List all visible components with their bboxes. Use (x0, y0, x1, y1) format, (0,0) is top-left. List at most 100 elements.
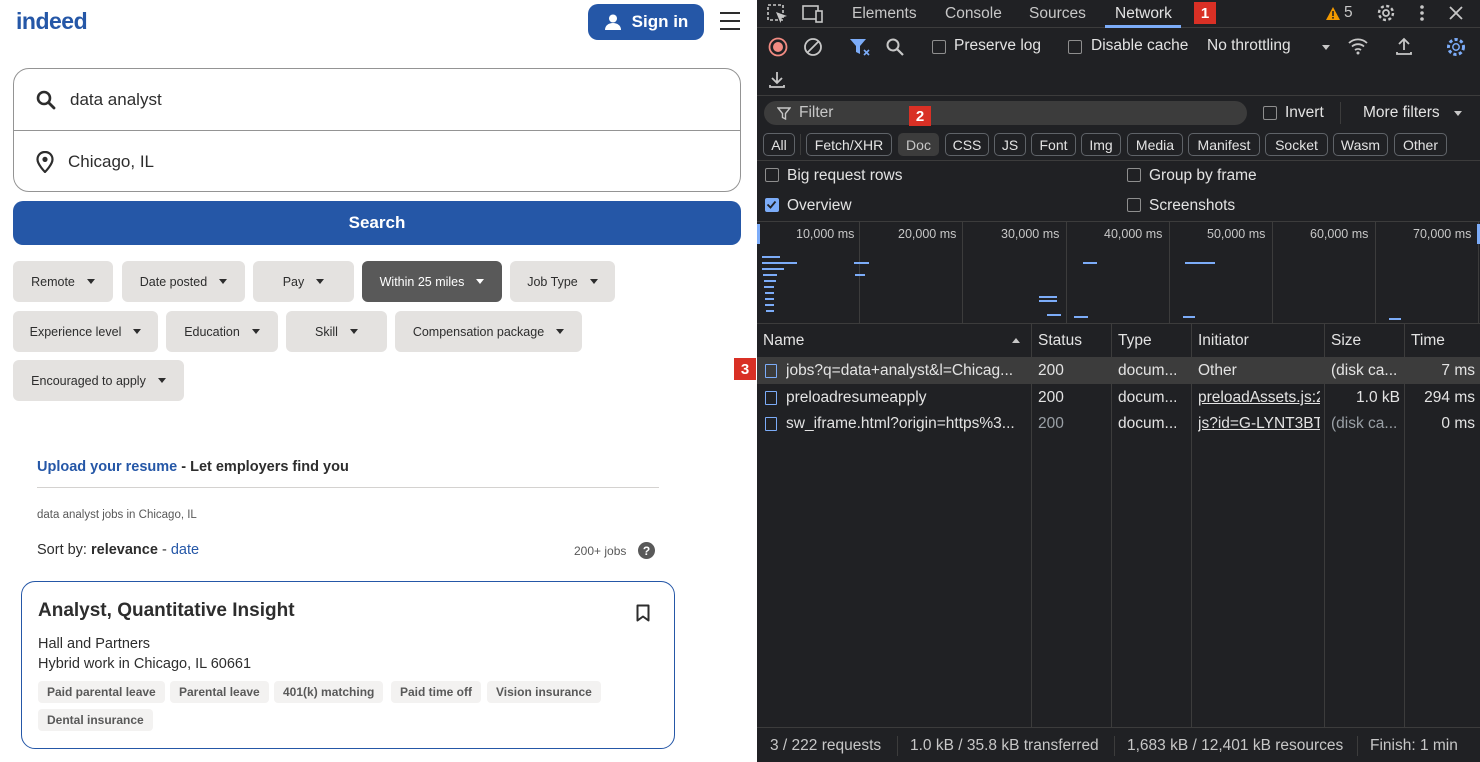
what-field[interactable]: data analyst (14, 69, 740, 131)
network-conditions-icon[interactable] (1347, 36, 1369, 56)
tab-console[interactable]: Console (945, 5, 1002, 23)
settings-gear-icon[interactable] (1376, 3, 1396, 23)
sort-date-link[interactable]: date (171, 542, 199, 558)
filter-experience-level[interactable]: Experience level (13, 311, 158, 352)
search-button[interactable]: Search (13, 201, 741, 245)
screenshots-label: Screenshots (1149, 197, 1236, 214)
throttling-select[interactable]: No throttling (1207, 37, 1291, 55)
what-input-value[interactable]: data analyst (70, 90, 162, 110)
tab-sources[interactable]: Sources (1029, 5, 1086, 23)
timeline-bar (766, 310, 774, 312)
filter-job-type[interactable]: Job Type (510, 261, 615, 302)
invert-checkbox[interactable] (1263, 106, 1277, 120)
annotation-badge-3: 3 (734, 358, 756, 380)
request-name[interactable]: jobs?q=data+analyst&l=Chicag... (786, 362, 1026, 380)
column-header-size[interactable]: Size (1331, 332, 1361, 350)
type-other[interactable]: Other (1394, 133, 1447, 156)
request-type: docum... (1118, 362, 1178, 379)
help-icon[interactable]: ? (638, 542, 655, 559)
filter-encouraged-to-apply[interactable]: Encouraged to apply (13, 360, 184, 401)
filter-pay[interactable]: Pay (253, 261, 354, 302)
column-header-name[interactable]: Name (763, 332, 804, 350)
chevron-down-icon (316, 279, 325, 284)
request-time: 0 ms (1441, 415, 1475, 432)
filter-funnel-icon[interactable] (849, 37, 871, 57)
record-stop-icon[interactable] (768, 37, 788, 57)
filter-education[interactable]: Education (166, 311, 278, 352)
type-css[interactable]: CSS (945, 133, 989, 156)
divider (757, 160, 1480, 161)
big-request-rows-checkbox[interactable] (765, 168, 779, 182)
type-manifest[interactable]: Manifest (1188, 133, 1260, 156)
request-row[interactable]: jobs?q=data+analyst&l=Chicag... 200 docu… (757, 358, 1480, 384)
search-icon[interactable] (885, 37, 905, 57)
column-header-status[interactable]: Status (1038, 332, 1082, 350)
type-all[interactable]: All (763, 133, 795, 156)
type-doc[interactable]: Doc (898, 133, 939, 156)
job-title[interactable]: Analyst, Quantitative Insight (38, 600, 295, 622)
request-initiator-link[interactable]: js?id=G-LYNT3BT (1198, 415, 1320, 433)
disable-cache-checkbox[interactable] (1068, 40, 1082, 54)
timeline-handle-left[interactable] (757, 224, 760, 244)
annotation-badge-2: 2 (909, 106, 931, 126)
more-filters-button[interactable]: More filters (1363, 104, 1440, 122)
request-name[interactable]: preloadresumeapply (786, 389, 1026, 407)
type-js[interactable]: JS (994, 133, 1026, 156)
request-row[interactable]: preloadresumeapply 200 docum... preloadA… (757, 385, 1480, 411)
filter-input[interactable]: Filter (764, 101, 1247, 125)
document-icon (765, 391, 777, 405)
filter-remote[interactable]: Remote (13, 261, 113, 302)
grid-line (1169, 222, 1170, 323)
where-input-value[interactable]: Chicago, IL (68, 152, 154, 172)
filter-skill[interactable]: Skill (286, 311, 387, 352)
indeed-logo[interactable]: indeed (16, 8, 88, 35)
type-font[interactable]: Font (1031, 133, 1076, 156)
timeline-bar (1183, 316, 1195, 318)
filter-distance[interactable]: Within 25 miles (362, 261, 502, 302)
more-options-icon[interactable] (1417, 4, 1427, 22)
import-har-icon[interactable] (1394, 36, 1414, 56)
request-name[interactable]: sw_iframe.html?origin=https%3... (786, 415, 1026, 433)
close-icon[interactable] (1449, 6, 1463, 20)
type-media[interactable]: Media (1127, 133, 1183, 156)
overview-checkbox[interactable] (765, 198, 779, 212)
type-img[interactable]: Img (1081, 133, 1121, 156)
clear-icon[interactable] (803, 37, 823, 57)
network-settings-gear-icon[interactable] (1445, 36, 1467, 58)
upload-resume-link[interactable]: Upload your resume (37, 459, 177, 475)
group-by-frame-checkbox[interactable] (1127, 168, 1141, 182)
chevron-down-icon (133, 329, 142, 334)
device-toolbar-icon[interactable] (802, 4, 824, 24)
type-socket[interactable]: Socket (1265, 133, 1328, 156)
grid-line (859, 222, 860, 323)
column-header-time[interactable]: Time (1411, 332, 1445, 350)
export-har-icon[interactable] (767, 69, 787, 89)
warnings-count: 5 (1344, 4, 1353, 21)
request-row[interactable]: sw_iframe.html?origin=https%3... 200 doc… (757, 411, 1480, 437)
warnings-counter[interactable]: 5 (1325, 4, 1353, 22)
grid-line (1066, 222, 1067, 323)
network-overview-timeline[interactable]: 10,000 ms 20,000 ms 30,000 ms 40,000 ms … (757, 222, 1480, 323)
chevron-down-icon (251, 329, 260, 334)
hamburger-menu-icon[interactable] (720, 12, 740, 30)
where-field[interactable]: Chicago, IL (14, 131, 740, 193)
type-wasm[interactable]: Wasm (1333, 133, 1388, 156)
filter-label: Compensation package (412, 324, 545, 339)
sign-in-button[interactable]: Sign in (588, 4, 704, 40)
tab-elements[interactable]: Elements (852, 5, 917, 23)
filter-label: Skill (315, 324, 338, 339)
request-size: (disk ca... (1331, 362, 1398, 379)
type-fetch-xhr[interactable]: Fetch/XHR (806, 133, 892, 156)
screenshots-checkbox[interactable] (1127, 198, 1141, 212)
preserve-log-checkbox[interactable] (932, 40, 946, 54)
job-card[interactable]: Analyst, Quantitative Insight Hall and P… (21, 581, 675, 749)
sort-ascending-icon (1012, 338, 1020, 343)
tab-network[interactable]: Network (1115, 5, 1172, 23)
column-header-initiator[interactable]: Initiator (1198, 332, 1249, 350)
inspect-element-icon[interactable] (767, 4, 789, 24)
request-initiator-link[interactable]: preloadAssets.js:2 (1198, 389, 1320, 407)
filter-date-posted[interactable]: Date posted (122, 261, 245, 302)
bookmark-icon[interactable] (636, 604, 650, 622)
filter-compensation-package[interactable]: Compensation package (395, 311, 582, 352)
column-header-type[interactable]: Type (1118, 332, 1152, 350)
